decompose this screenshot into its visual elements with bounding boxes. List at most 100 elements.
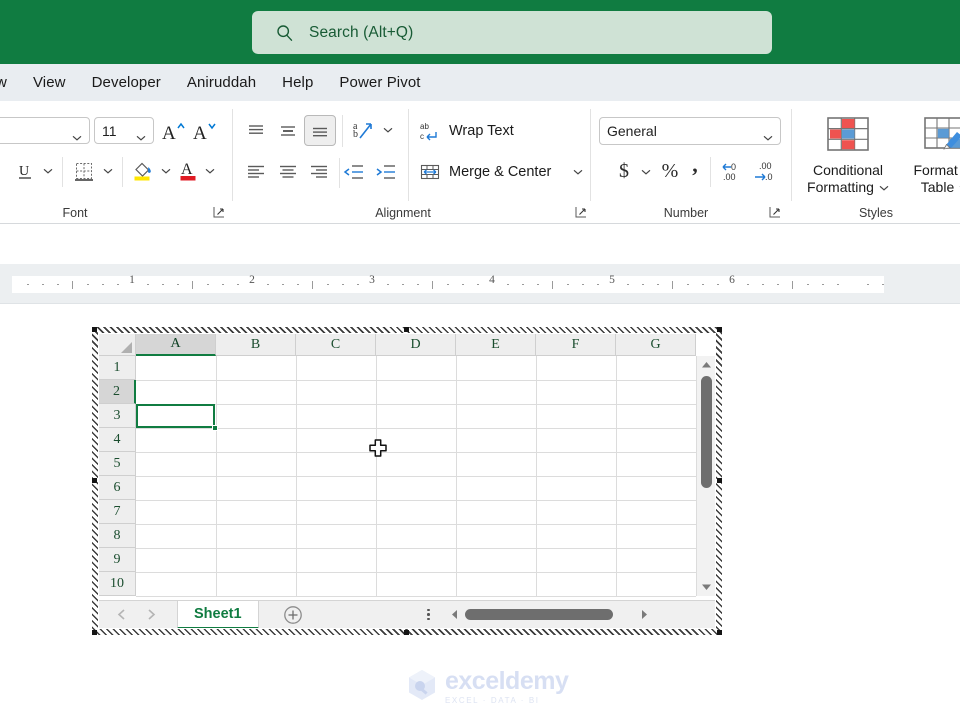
vertical-scrollbar-thumb[interactable]: [701, 376, 712, 488]
orientation-icon[interactable]: a b: [348, 115, 378, 145]
merge-center-dropdown[interactable]: [569, 158, 587, 186]
fill-color-icon[interactable]: [129, 156, 157, 184]
ruler-tick: [342, 283, 344, 285]
decrease-indent-icon[interactable]: [339, 158, 369, 186]
select-all-corner[interactable]: [99, 334, 136, 356]
underline-button[interactable]: U: [13, 158, 37, 184]
ruler-tick: [882, 283, 884, 285]
increase-indent-icon[interactable]: [371, 158, 401, 186]
grow-font-button[interactable]: A: [160, 117, 188, 144]
column-header-a[interactable]: A: [136, 334, 216, 356]
font-dialog-launcher[interactable]: [212, 205, 226, 219]
tab-overflow-menu[interactable]: [421, 608, 437, 621]
conditional-formatting-button[interactable]: Conditional Formatting: [798, 111, 898, 201]
fill-handle[interactable]: [212, 425, 218, 431]
vertical-scrollbar[interactable]: [696, 356, 715, 596]
row-header-3[interactable]: 3: [99, 404, 136, 428]
scroll-left-arrow[interactable]: [445, 609, 465, 620]
column-header-d[interactable]: D: [376, 334, 456, 356]
chevron-right-icon[interactable]: [139, 601, 163, 629]
scroll-right-arrow[interactable]: [635, 609, 655, 620]
resize-handle-s[interactable]: [404, 630, 409, 635]
column-header-g[interactable]: G: [616, 334, 696, 356]
tab-view[interactable]: View: [20, 70, 79, 95]
resize-handle-nw[interactable]: [92, 327, 97, 332]
column-header-f[interactable]: F: [536, 334, 616, 356]
column-header-b[interactable]: B: [216, 334, 296, 356]
divider: [408, 109, 409, 201]
align-top-icon[interactable]: [241, 117, 271, 145]
tab-view-clipped[interactable]: w: [0, 70, 20, 95]
row-header-10[interactable]: 10: [99, 572, 136, 596]
font-size-combo[interactable]: 11: [94, 117, 154, 144]
tab-power-pivot[interactable]: Power Pivot: [326, 70, 433, 95]
resize-handle-sw[interactable]: [92, 630, 97, 635]
orientation-dropdown[interactable]: [379, 117, 397, 143]
row-header-6[interactable]: 6: [99, 476, 136, 500]
row-header-8[interactable]: 8: [99, 524, 136, 548]
font-name-combo[interactable]: [0, 117, 90, 144]
sheet-tab-sheet1[interactable]: Sheet1: [177, 600, 259, 628]
comma-format-button[interactable]: ,: [684, 151, 706, 179]
row-header-9[interactable]: 9: [99, 548, 136, 572]
merge-center-button[interactable]: Merge & Center: [419, 158, 569, 186]
borders-icon[interactable]: [70, 158, 98, 184]
align-middle-icon[interactable]: [273, 117, 303, 145]
accounting-format-button[interactable]: $: [611, 157, 637, 185]
increase-decimal-icon[interactable]: .00 .0: [750, 157, 780, 185]
fill-color-dropdown[interactable]: [157, 158, 175, 184]
svg-text:c: c: [420, 132, 424, 141]
row-header-2[interactable]: 2: [99, 380, 136, 404]
format-as-table-button[interactable]: Format as Table: [900, 111, 960, 201]
underline-dropdown[interactable]: [39, 158, 57, 184]
chevron-left-icon[interactable]: [109, 601, 133, 629]
styles-group-label: Styles: [858, 206, 894, 220]
number-format-combo[interactable]: General: [599, 117, 781, 145]
scroll-down-arrow[interactable]: [697, 578, 715, 596]
resize-handle-w[interactable]: [92, 478, 97, 483]
tab-aniruddah[interactable]: Aniruddah: [174, 70, 269, 95]
percent-format-button[interactable]: %: [657, 157, 683, 185]
horizontal-scrollbar-thumb[interactable]: [464, 609, 613, 620]
sheet-tab-bar: Sheet1: [99, 600, 715, 628]
align-left-icon[interactable]: [241, 158, 271, 186]
scroll-up-arrow[interactable]: [697, 356, 715, 374]
row-header-7[interactable]: 7: [99, 500, 136, 524]
plus-circle-icon[interactable]: [275, 601, 311, 629]
tab-developer[interactable]: Developer: [79, 70, 174, 95]
resize-handle-se[interactable]: [717, 630, 722, 635]
resize-handle-e[interactable]: [717, 478, 722, 483]
embedded-worksheet-object[interactable]: ABCDEFG 1 2 3 4 5 6 7 8 9 10 Sheet1: [92, 327, 722, 635]
shrink-font-button[interactable]: A: [191, 117, 219, 144]
font-color-dropdown[interactable]: [201, 158, 219, 184]
ribbon-group-alignment: a b ab c Wrap Text Merge & Center Alignm…: [233, 101, 590, 224]
font-color-icon[interactable]: A: [176, 156, 202, 184]
decrease-decimal-icon[interactable]: 0 .00: [718, 157, 748, 185]
resize-handle-n[interactable]: [404, 327, 409, 332]
selected-cell-a2[interactable]: [136, 404, 215, 428]
align-bottom-icon[interactable]: [304, 115, 336, 146]
column-header-e[interactable]: E: [456, 334, 536, 356]
number-dialog-launcher[interactable]: [768, 205, 782, 219]
search-input[interactable]: Search (Alt+Q): [252, 11, 772, 54]
horizontal-scrollbar[interactable]: [444, 606, 655, 623]
accounting-dropdown[interactable]: [637, 159, 655, 185]
ruler[interactable]: 123456: [0, 264, 960, 567]
row-header-4[interactable]: 4: [99, 428, 136, 452]
watermark-main-text: exceldemy: [445, 667, 569, 695]
column-header-c[interactable]: C: [296, 334, 376, 356]
tab-help[interactable]: Help: [269, 70, 326, 95]
resize-handle-ne[interactable]: [717, 327, 722, 332]
align-center-icon[interactable]: [273, 158, 303, 186]
ruler-tick: [837, 283, 839, 285]
alignment-dialog-launcher[interactable]: [574, 205, 588, 219]
svg-text:.00: .00: [723, 172, 736, 182]
wrap-text-button[interactable]: ab c Wrap Text: [419, 117, 569, 145]
chevron-down-icon: [879, 178, 889, 196]
row-header-1[interactable]: 1: [99, 356, 136, 380]
borders-dropdown[interactable]: [99, 158, 117, 184]
row-header-5[interactable]: 5: [99, 452, 136, 476]
align-right-icon[interactable]: [304, 158, 334, 186]
worksheet-grid-container[interactable]: ABCDEFG 1 2 3 4 5 6 7 8 9 10 Sheet1: [99, 334, 715, 628]
document-gap: [0, 224, 960, 264]
